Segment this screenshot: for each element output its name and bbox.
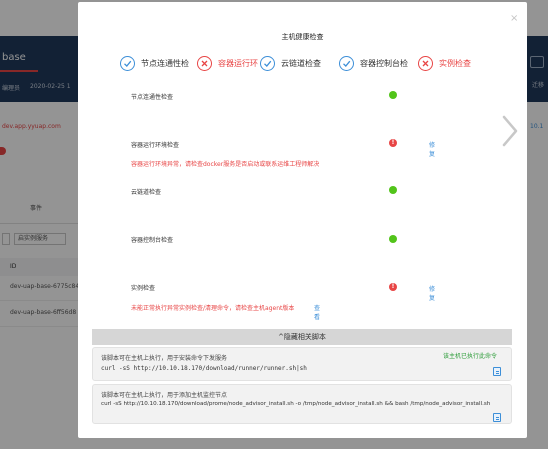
success-icon: [389, 91, 397, 99]
warning-icon: !: [389, 283, 397, 291]
error-message: 容器运行环境异常，请检查docker服务是否启动或联系运维工程师解决: [131, 161, 320, 168]
check-name: 云链道检查: [131, 189, 162, 196]
check-name: 节点连通性检查: [131, 94, 174, 101]
script-status: 该主机已执行此命令: [443, 353, 498, 360]
check-icon: [339, 55, 354, 71]
toggle-scripts-button[interactable]: ^隐藏相关脚本: [92, 329, 512, 345]
step-label: 实例检查: [439, 58, 471, 68]
script-description: 该脚本可在主机上执行，用于安装命令下发服务: [101, 355, 228, 362]
fix-link[interactable]: 修复: [429, 284, 435, 302]
step-label: 节点连通性检: [141, 58, 189, 68]
chevron-right-icon[interactable]: [497, 114, 523, 148]
step-label: 容器控制台检: [360, 58, 408, 68]
check-icon: [260, 55, 275, 71]
success-icon: [389, 186, 397, 194]
step-cloud-tunnel[interactable]: 云链道检查: [260, 53, 321, 73]
success-icon: [389, 235, 397, 243]
error-x-icon: [197, 55, 212, 71]
view-link[interactable]: 查看: [314, 303, 320, 321]
check-name: 实例检查: [131, 285, 156, 292]
script-box: 该脚本可在主机上执行，用于安装命令下发服务 该主机已执行此命令 curl -sS…: [92, 347, 512, 381]
step-node-connectivity[interactable]: 节点连通性检: [120, 53, 189, 73]
step-label: 容器运行环: [218, 58, 258, 68]
copy-icon[interactable]: [493, 367, 501, 376]
script-command[interactable]: curl -sS http://10.10.18.170/download/pr…: [101, 401, 490, 407]
check-name: 容器运行环境检查: [131, 142, 180, 149]
close-icon[interactable]: ×: [510, 13, 518, 24]
check-name: 容器控制台检查: [131, 237, 174, 244]
step-instance[interactable]: 实例检查: [418, 53, 471, 73]
fix-link[interactable]: 修复: [429, 140, 435, 158]
step-container-runtime[interactable]: 容器运行环: [197, 53, 258, 73]
error-message: 未能正常执行异常实例检查/清理命令，请检查主机agent版本: [131, 305, 295, 312]
warning-icon: !: [389, 139, 397, 147]
script-box: 该脚本可在主机上执行，用于添加主机监控节点 curl -sS http://10…: [92, 384, 512, 424]
check-icon: [120, 55, 135, 71]
script-command[interactable]: curl -sS http://10.10.18.170/download/ru…: [101, 365, 307, 372]
step-bar: 节点连通性检 容器运行环 云链道检查 容器控制台检 实例检查: [78, 53, 527, 73]
health-check-modal: 主机健康检查 × 节点连通性检 容器运行环 云链道检查 容器控制台检 实例检查 …: [78, 2, 527, 438]
copy-icon[interactable]: [493, 413, 501, 422]
error-x-icon: [418, 55, 433, 71]
step-container-console[interactable]: 容器控制台检: [339, 53, 408, 73]
modal-title: 主机健康检查: [281, 33, 324, 41]
script-description: 该脚本可在主机上执行，用于添加主机监控节点: [101, 392, 228, 399]
step-label: 云链道检查: [281, 58, 321, 68]
